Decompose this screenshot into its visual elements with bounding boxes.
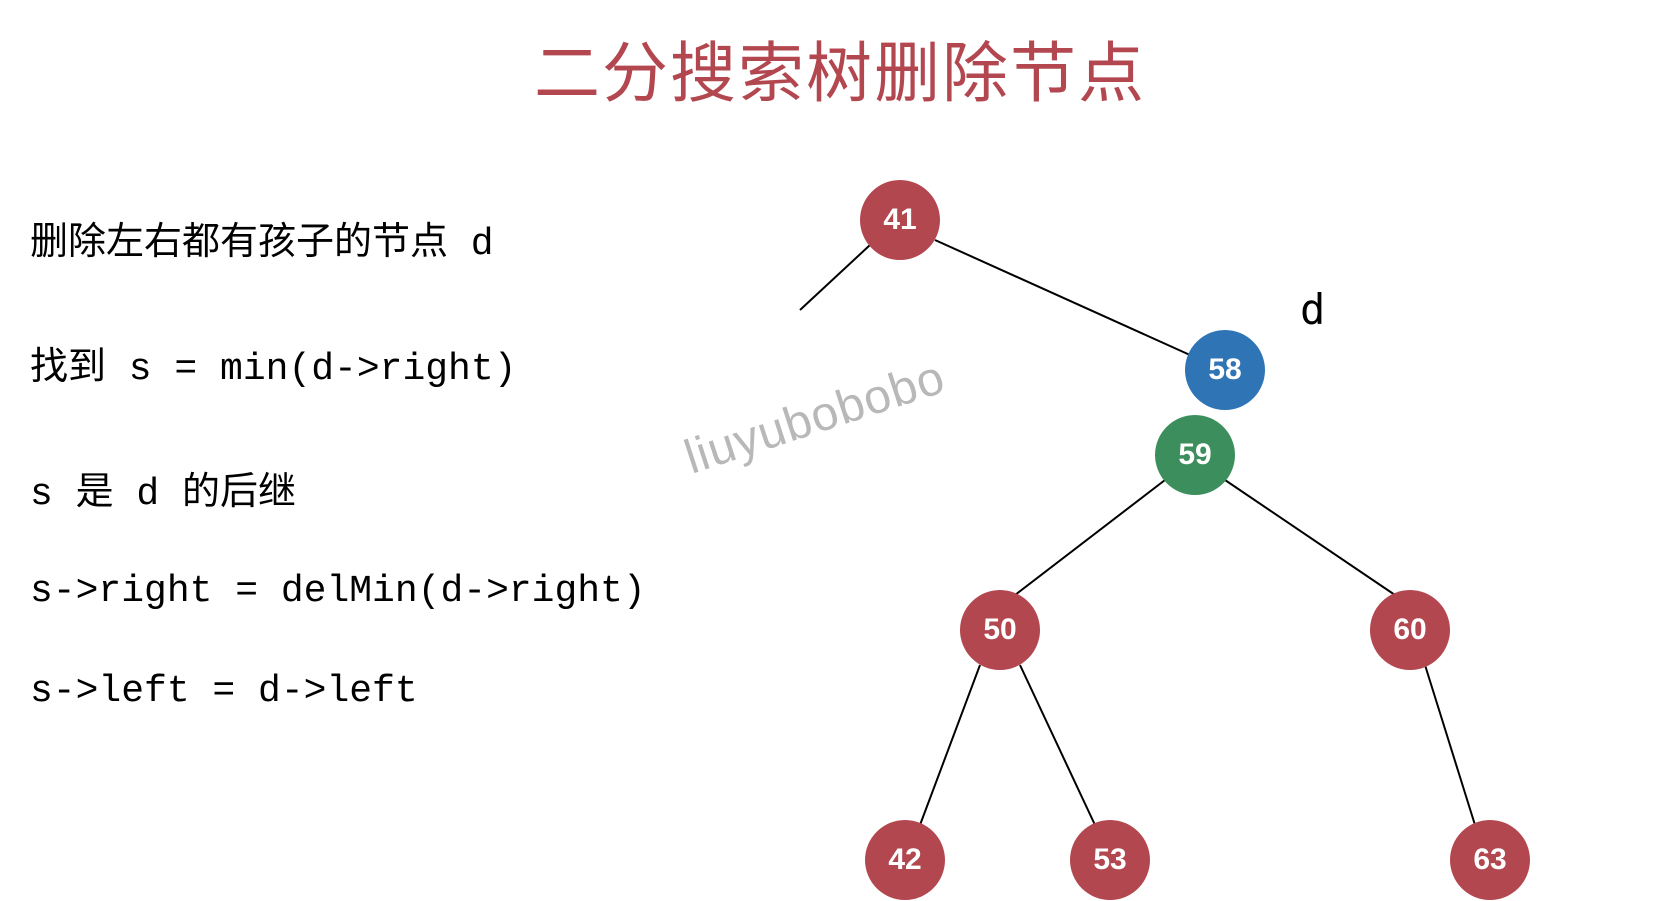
node-60: 60 [1370, 590, 1450, 670]
tree-edges [0, 0, 1680, 901]
node-59: 59 [1155, 415, 1235, 495]
edge-41-58 [935, 240, 1190, 355]
edge-59-50 [1015, 480, 1165, 595]
edge-59-60 [1225, 480, 1395, 595]
node-58: 58 [1185, 330, 1265, 410]
edge-41-leftstub [800, 245, 870, 310]
node-41: 41 [860, 180, 940, 260]
edge-50-53 [1020, 665, 1095, 825]
node-53: 53 [1070, 820, 1150, 900]
node-42: 42 [865, 820, 945, 900]
edge-50-42 [920, 665, 980, 825]
node-63: 63 [1450, 820, 1530, 900]
edge-60-63 [1425, 665, 1475, 825]
node-50: 50 [960, 590, 1040, 670]
